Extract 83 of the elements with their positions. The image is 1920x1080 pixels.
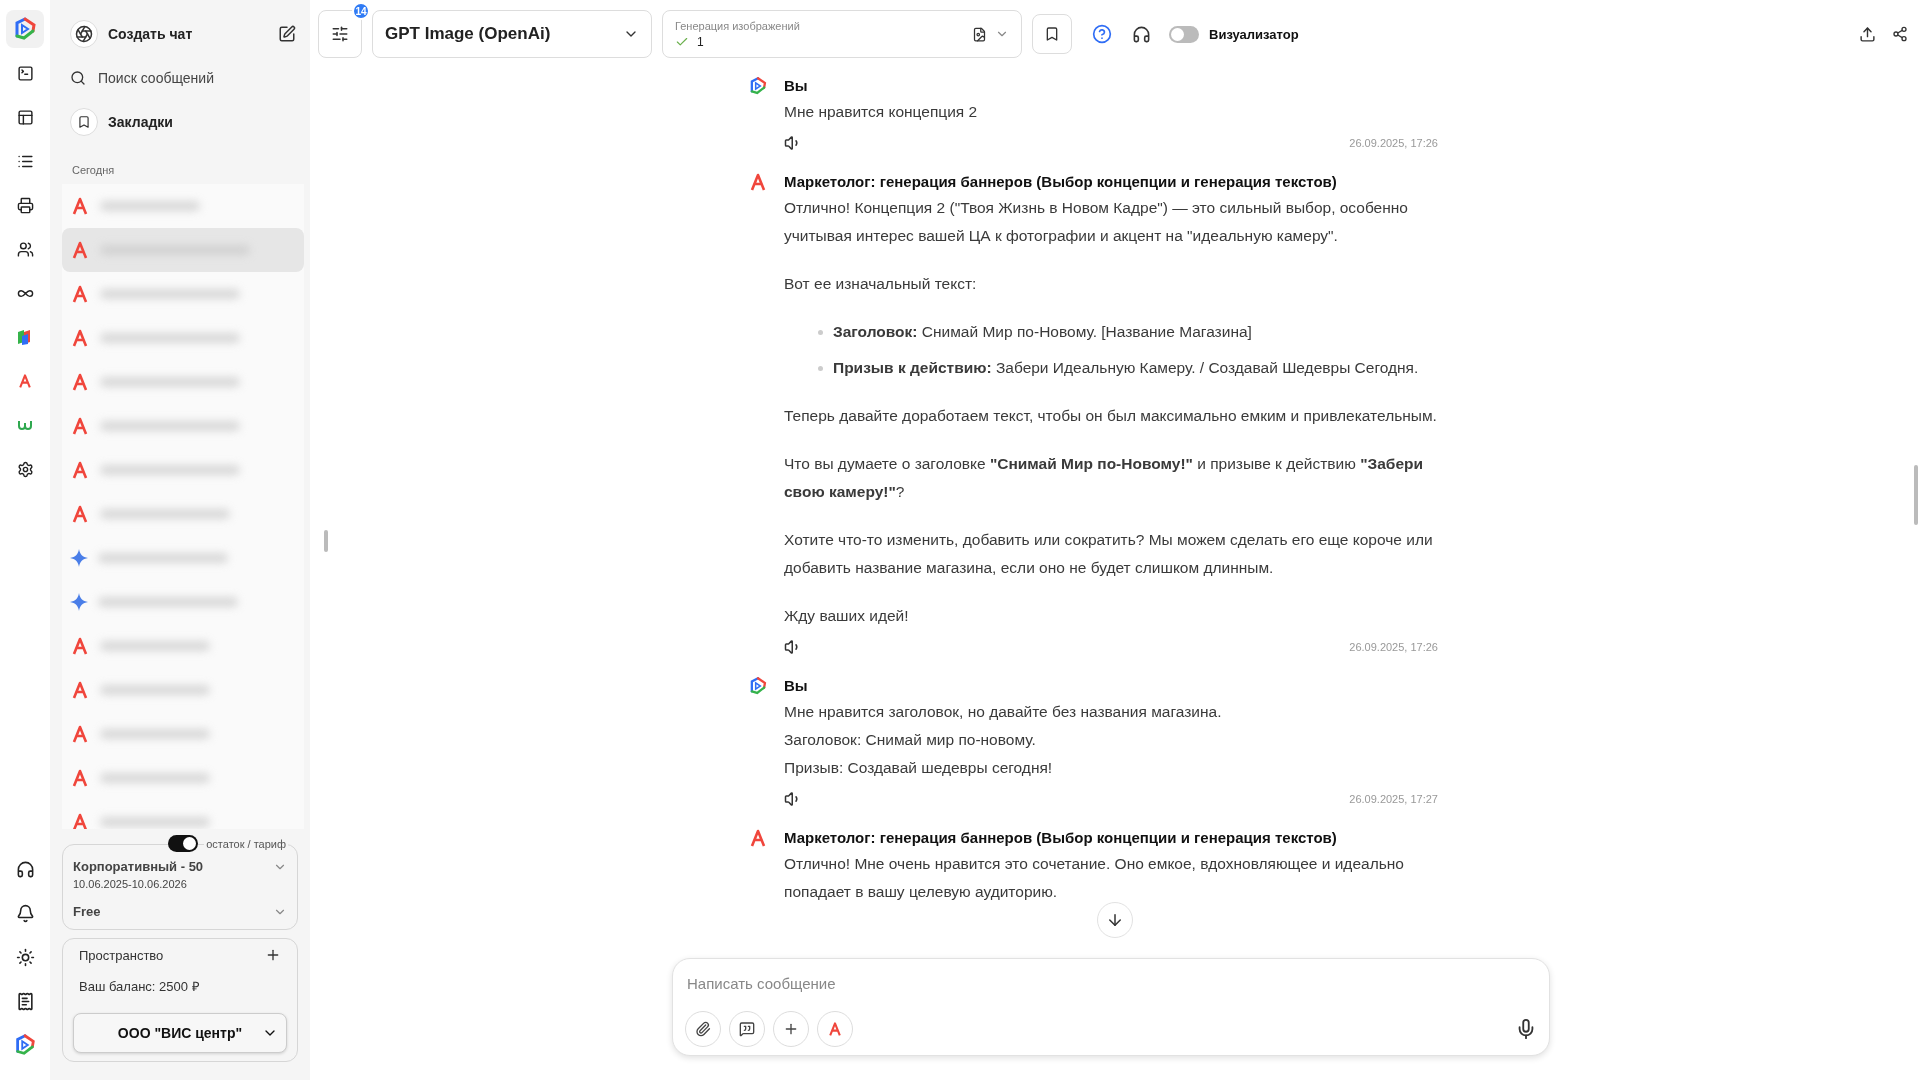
a-logo-icon: [70, 240, 90, 260]
a-logo-icon: [70, 196, 90, 216]
author-name: Маркетолог: генерация баннеров (Выбор концепции и генерация текстов): [784, 172, 1338, 192]
search-field[interactable]: Поиск сообщений: [96, 69, 296, 87]
bullet-icon: [818, 329, 823, 335]
message-text: Вот ее изначальный текст:: [784, 274, 978, 294]
scrollbar-thumb[interactable]: [1914, 465, 1918, 525]
section-label: Сегодня: [72, 164, 116, 176]
a-logo-icon: [17, 373, 33, 389]
bookmark-button[interactable]: [1032, 14, 1072, 54]
resize-handle[interactable]: [324, 530, 328, 552]
sparkle-icon: [70, 593, 88, 611]
plus-icon: [783, 1021, 799, 1037]
author-name: Вы: [784, 676, 809, 696]
message-text: Теперь давайте доработаем текст, чтобы он был максимально емким и привлекательным.: [784, 406, 1438, 426]
generation-select[interactable]: Генерация изображений 1: [662, 10, 1022, 58]
app-logo-button[interactable]: [6, 10, 44, 48]
aperture-icon: [70, 20, 98, 48]
help-icon[interactable]: [1092, 24, 1112, 44]
message-text: Хотите что-то изменить, добавить или сократить? Мы можем сделать его еще короче или добавить название магазина, если оно не будет слишком длинным.: [784, 530, 1434, 578]
paperclip-icon: [695, 1021, 711, 1037]
tariff-name: Free: [73, 904, 101, 919]
a-logo-icon: [70, 416, 90, 436]
message-text: Призыв: Создавай шедевры сегодня!: [784, 758, 1054, 778]
list-item-text: Заголовок: Снимай Мир по-Новому. [Название Магазина]: [833, 322, 1252, 342]
space-title: Пространство: [79, 947, 164, 963]
scroll-down-button[interactable]: [1097, 902, 1133, 938]
message-text: Мне нравится заголовок, но давайте без названия магазина.: [784, 702, 1223, 722]
message-time: 26.09.2025, 17:27: [1349, 793, 1438, 805]
a-logo-icon: [70, 504, 90, 524]
organization-select[interactable]: ООО "ВИС центр": [73, 1013, 287, 1053]
tariff-name: Корпоративный - 50: [73, 859, 204, 874]
visualizer-toggle[interactable]: [1169, 25, 1199, 43]
a-logo-icon: [70, 328, 90, 348]
app-logo-icon: [13, 1033, 37, 1057]
a-logo-icon: [827, 1021, 843, 1037]
sliders-icon: [331, 25, 349, 43]
a-logo-icon: [70, 460, 90, 480]
balance-toggle[interactable]: [168, 835, 199, 852]
a-logo-icon: [70, 768, 90, 788]
a-logo-icon: [70, 812, 90, 829]
balance-text: Ваш баланс: 2500 ₽: [78, 978, 201, 995]
visualizer-label: Визуализатор: [1209, 26, 1299, 42]
message-text: Отлично! Мне очень нравится это сочетание. Оно емкое, вдохновляющее и идеально попадает в вашу целевую аудиторию.: [784, 854, 1405, 902]
wave-logo-icon: [17, 419, 33, 431]
list-item-text: Призыв к действию: Забери Идеальную Камеру. / Создавай Шедевры Сегодня.: [833, 358, 1419, 378]
upload-icon[interactable]: [1859, 25, 1876, 43]
share-icon[interactable]: [1892, 26, 1908, 42]
search-icon: [70, 70, 86, 86]
a-logo-icon: [70, 372, 90, 392]
a-logo-icon: [748, 172, 768, 192]
user-avatar-icon: [748, 76, 768, 96]
message-text: Что вы думаете о заголовке "Снимай Мир по-Новому!" и призыве к действию "Забери свою камеру!"?: [784, 454, 1425, 502]
quote-icon: [739, 1021, 755, 1037]
new-chat-link[interactable]: Создать чат: [108, 26, 268, 42]
sparkle-icon: [70, 549, 88, 567]
bullet-icon: [818, 365, 823, 371]
plus-icon[interactable]: [265, 947, 281, 963]
message-text: Отлично! Концепция 2 ("Твоя Жизнь в Новом Кадре") — это сильный выбор, особенно учитывая интерес вашей ЦА к фотографии и акцент на "идеальную камеру".: [784, 198, 1409, 246]
bookmarks-link[interactable]: Закладки: [108, 114, 296, 130]
message-text: Заголовок: Снимай мир по-новому.: [784, 730, 1037, 750]
bookmark-icon: [70, 108, 98, 136]
toggle-label: остаток / тариф: [204, 837, 288, 850]
a-logo-icon: [70, 680, 90, 700]
a-logo-icon: [70, 284, 90, 304]
bookmark-icon: [1044, 26, 1060, 42]
author-name: Вы: [784, 76, 809, 96]
message-text: Жду ваших идей!: [784, 606, 910, 626]
image-file-icon: [972, 26, 987, 42]
message-time: 26.09.2025, 17:26: [1349, 137, 1438, 149]
message-text: Мне нравится концепция 2: [784, 102, 979, 122]
a-logo-icon: [70, 636, 90, 656]
message-time: 26.09.2025, 17:26: [1349, 641, 1438, 653]
headset-icon[interactable]: [1132, 24, 1151, 44]
arrow-down-icon: [1106, 911, 1124, 929]
a-logo-icon: [748, 828, 768, 848]
model-select[interactable]: GPT Image (OpenAi): [372, 10, 652, 58]
a-logo-icon: [70, 724, 90, 744]
user-avatar-icon: [748, 676, 768, 696]
count-badge: 14: [352, 2, 370, 20]
tariff-dates: 10.06.2025-10.06.2026: [73, 878, 188, 890]
author-name: Маркетолог: генерация баннеров (Выбор концепции и генерация текстов): [784, 828, 1338, 848]
edit-icon[interactable]: [278, 25, 296, 43]
